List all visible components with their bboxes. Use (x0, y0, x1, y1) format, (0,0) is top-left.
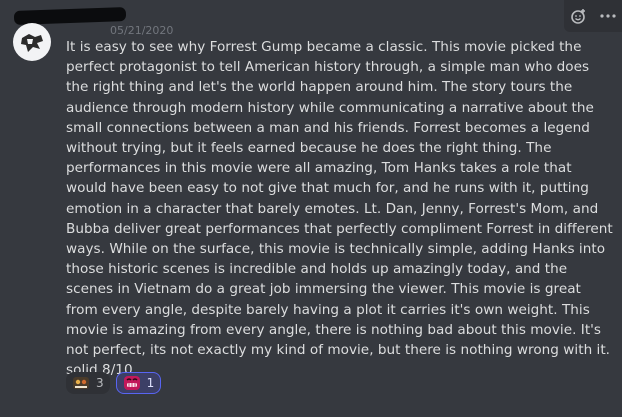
add-reaction-icon (570, 9, 585, 24)
message-content: It is easy to see why Forrest Gump becam… (66, 39, 613, 379)
reaction-count: 3 (96, 376, 104, 390)
message-timestamp: 05/21/2020 (110, 24, 174, 37)
avatar[interactable] (13, 23, 51, 61)
custom-emoji-icon (72, 375, 90, 391)
grin-emoji-icon (123, 375, 141, 391)
reaction-count: 1 (146, 376, 155, 390)
reactions-bar: 3 1 (66, 372, 162, 394)
message-toolbar (564, 0, 622, 32)
chat-message: 05/21/2020 It is easy to see why Forrest… (0, 0, 622, 417)
add-reaction-button[interactable] (568, 5, 590, 27)
more-options-icon (599, 14, 616, 18)
more-options-button[interactable] (597, 5, 619, 27)
reaction-grin[interactable]: 1 (115, 372, 162, 394)
reaction-custom[interactable]: 3 (66, 372, 110, 394)
